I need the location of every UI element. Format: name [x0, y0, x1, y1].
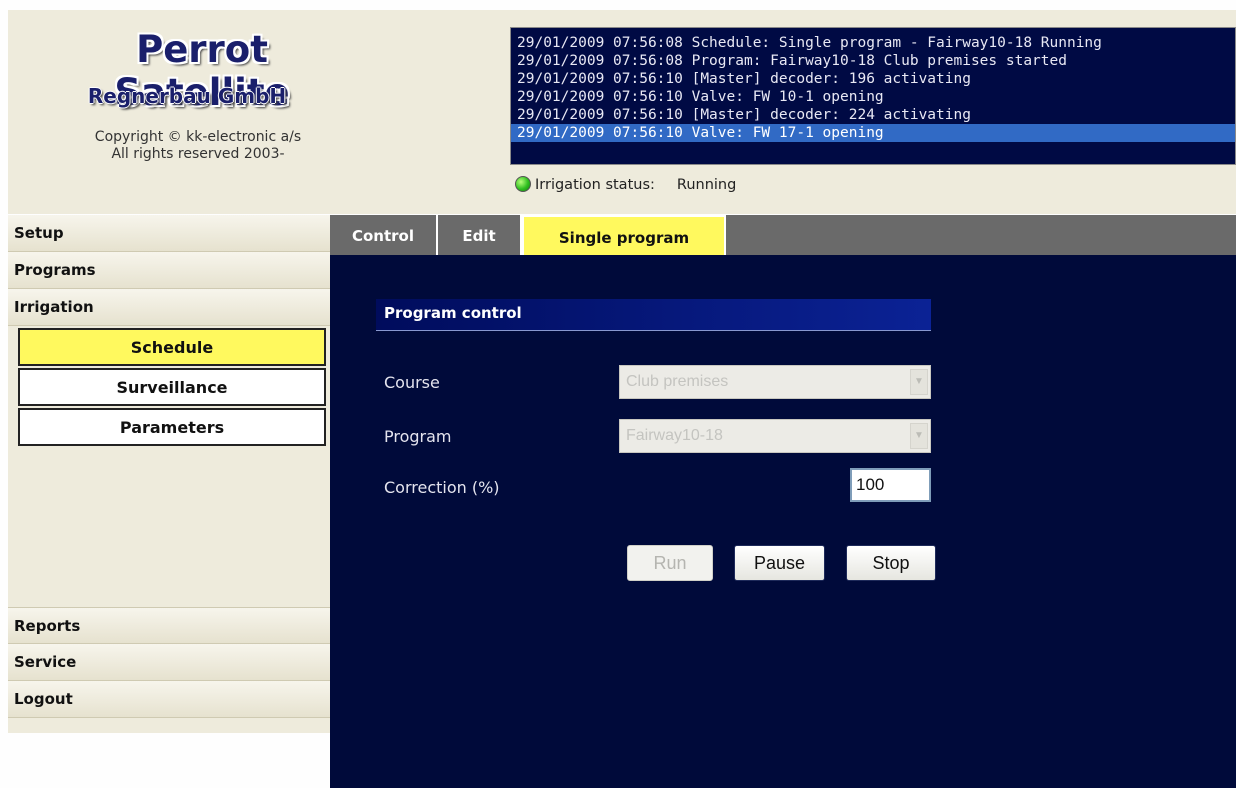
- correction-label: Correction (%): [384, 478, 500, 497]
- tab-control[interactable]: Control: [330, 215, 438, 255]
- course-value: Club premises: [626, 373, 729, 390]
- log-line[interactable]: 29/01/2009 07:56:08 Program: Fairway10-1…: [511, 52, 1235, 70]
- nav-item-logout[interactable]: Logout: [8, 681, 330, 718]
- program-value: Fairway10-18: [626, 427, 723, 444]
- logo-subtitle: Regnerbau GmbH: [87, 84, 287, 108]
- program-label: Program: [384, 427, 452, 446]
- nav-item-setup[interactable]: Setup: [8, 215, 330, 252]
- tab-single-program[interactable]: Single program: [522, 215, 726, 255]
- nav-item-irrigation[interactable]: Irrigation: [8, 289, 330, 326]
- nav-item-reports[interactable]: Reports: [8, 607, 330, 644]
- course-label: Course: [384, 373, 440, 392]
- copyright-line2: All rights reserved 2003-: [111, 146, 285, 162]
- sidebar: Setup Programs Irrigation Schedule Surve…: [8, 215, 330, 733]
- pause-button[interactable]: Pause: [734, 545, 825, 581]
- log-line[interactable]: 29/01/2009 07:56:10 [Master] decoder: 22…: [511, 106, 1235, 124]
- course-select[interactable]: Club premises ▼: [619, 365, 931, 399]
- sidebar-bottom-group: Reports Service Logout: [8, 607, 330, 718]
- tab-bar: Control Edit Single program: [330, 215, 1236, 255]
- section-header: Program control: [376, 299, 931, 331]
- stop-button[interactable]: Stop: [846, 545, 936, 581]
- status-value: Running: [676, 177, 737, 193]
- chevron-down-icon: ▼: [910, 369, 928, 395]
- tab-edit[interactable]: Edit: [438, 215, 522, 255]
- status-label: Irrigation status:: [535, 177, 655, 193]
- irrigation-status: Irrigation status: Running: [515, 176, 736, 193]
- nav-item-programs[interactable]: Programs: [8, 252, 330, 289]
- log-line[interactable]: 29/01/2009 07:56:10 [Master] decoder: 19…: [511, 70, 1235, 88]
- log-line-selected[interactable]: 29/01/2009 07:56:10 Valve: FW 17-1 openi…: [511, 124, 1235, 142]
- sub-item-parameters[interactable]: Parameters: [18, 408, 326, 446]
- run-button[interactable]: Run: [627, 545, 713, 581]
- chevron-down-icon: ▼: [910, 423, 928, 449]
- main-panel: Control Edit Single program Program cont…: [330, 215, 1236, 788]
- log-line[interactable]: 29/01/2009 07:56:10 Valve: FW 10-1 openi…: [511, 88, 1235, 106]
- event-log[interactable]: 29/01/2009 07:56:08 Schedule: Single pro…: [510, 27, 1236, 165]
- sub-item-surveillance[interactable]: Surveillance: [18, 368, 326, 406]
- log-line[interactable]: 29/01/2009 07:56:08 Schedule: Single pro…: [511, 34, 1235, 52]
- copyright-line1: Copyright © kk-electronic a/s: [94, 129, 302, 145]
- nav-item-service[interactable]: Service: [8, 644, 330, 681]
- program-select[interactable]: Fairway10-18 ▼: [619, 419, 931, 453]
- status-led-icon: [515, 176, 531, 192]
- sub-item-schedule[interactable]: Schedule: [18, 328, 326, 366]
- correction-input[interactable]: [850, 468, 931, 502]
